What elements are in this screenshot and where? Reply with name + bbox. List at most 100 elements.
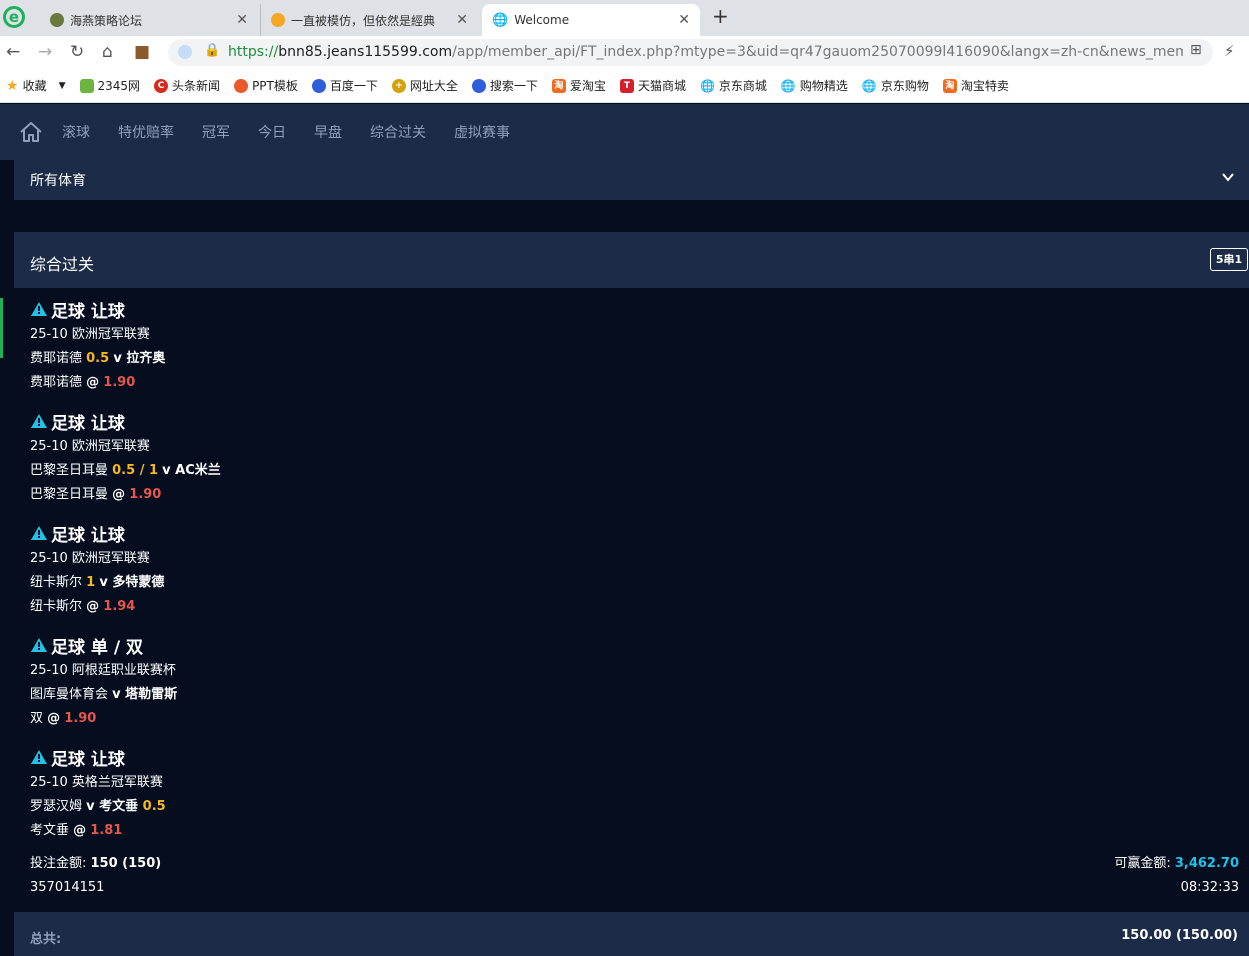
close-tab-icon[interactable]: ✕ <box>236 12 248 28</box>
selection-name: 考文垂 <box>30 823 74 838</box>
bookmark-label: 2345网 <box>97 79 141 93</box>
globe-icon: 🌐 <box>780 78 796 93</box>
url-scheme: https:// <box>228 44 279 60</box>
bet-league: 25-10 欧洲冠军联赛 <box>30 327 150 342</box>
bookmark-item[interactable]: 百度一下 <box>311 77 378 94</box>
bookmark-label: 天猫商城 <box>637 79 686 93</box>
handicap-line: 1 <box>86 575 96 590</box>
nav-parlay[interactable]: 综合过关 <box>370 122 426 142</box>
selection-name: 费耶诺德 <box>30 375 87 390</box>
bet-item: 足球 让球 25-10 英格兰冠军联赛 罗瑟汉姆 v 考文垂 0.5 考文垂 @… <box>30 743 1230 855</box>
bet-matchup: 图库曼体育会 v 塔勒雷斯 <box>30 683 1230 707</box>
browser-tab-active[interactable]: 🌐 Welcome ✕ <box>482 4 700 36</box>
directory-icon: + <box>391 78 406 93</box>
bet-item: 足球 让球 25-10 欧洲冠军联赛 巴黎圣日耳曼 0.5 / 1 v AC米兰… <box>30 407 1230 519</box>
bet-market-title: 足球 单 / 双 <box>51 637 143 658</box>
bookmark-item[interactable]: 淘 爱淘宝 <box>551 77 606 94</box>
nav-early[interactable]: 早盘 <box>314 122 342 142</box>
bookmark-label: 头条新闻 <box>172 79 221 93</box>
home-team: 巴黎圣日耳曼 <box>30 463 113 478</box>
bookmark-item[interactable]: PPT模板 <box>234 77 298 94</box>
briefcase-icon[interactable]: ■ <box>134 42 150 62</box>
home-team: 罗瑟汉姆 <box>30 799 87 814</box>
home-icon <box>20 122 42 142</box>
bookmark-item[interactable]: C 头条新闻 <box>154 77 220 94</box>
new-tab-icon[interactable]: + <box>712 4 729 28</box>
bet-matchup: 罗瑟汉姆 v 考文垂 0.5 <box>30 795 1230 819</box>
nav-inplay[interactable]: 滚球 <box>62 122 90 142</box>
taobao-icon: 淘 <box>942 78 957 93</box>
sports-filter-label: 所有体育 <box>30 173 86 189</box>
bet-market-title: 足球 让球 <box>51 301 125 322</box>
bookmark-item[interactable]: T 天猫商城 <box>619 77 686 94</box>
odds-value: 1.90 <box>103 375 136 390</box>
url-input[interactable]: 🔒 https://bnn85.jeans115599.com/app/memb… <box>168 39 1213 66</box>
bookmark-item[interactable]: 🌐 京东购物 <box>862 77 929 94</box>
star-icon: ★ <box>6 77 19 94</box>
bookmark-label: 爱淘宝 <box>569 79 606 93</box>
bet-league: 25-10 欧洲冠军联赛 <box>30 439 150 454</box>
bet-market-title: 足球 让球 <box>51 413 125 434</box>
browser-tab-2[interactable]: 一直被模仿，但依然是經典 ✕ <box>260 4 478 36</box>
bookmark-item[interactable]: 🌐 京东商城 <box>700 77 767 94</box>
lock-icon[interactable]: 🔒 <box>204 43 220 58</box>
bet-league: 25-10 阿根廷职业联赛杯 <box>30 663 176 678</box>
win-label: 可赢金额: <box>1114 856 1175 871</box>
2345-icon <box>79 78 94 93</box>
bet-matchup: 费耶诺德 0.5 v 拉齐奥 <box>30 347 1230 371</box>
parlay-type-badge[interactable]: 5串1 <box>1210 248 1248 271</box>
bookmark-label: 百度一下 <box>329 79 378 93</box>
bookmark-item[interactable]: 搜索一下 <box>471 77 538 94</box>
away-team: v 拉齐奥 <box>113 351 166 366</box>
odds-value: 1.94 <box>103 599 136 614</box>
translate-icon[interactable]: ⊞ <box>1190 42 1202 58</box>
browser-tab-1[interactable]: 海燕策略论坛 ✕ <box>40 4 258 36</box>
nav-virtual[interactable]: 虚拟赛事 <box>454 122 510 142</box>
browser-tab-strip: e 海燕策略论坛 ✕ 一直被模仿，但依然是經典 ✕ 🌐 Welcome ✕ + <box>0 0 1249 36</box>
bet-matchup: 纽卡斯尔 1 v 多特蒙德 <box>30 571 1230 595</box>
odds-value: 1.90 <box>64 711 97 726</box>
nav-today[interactable]: 今日 <box>258 122 286 142</box>
toutiao-icon: C <box>154 78 169 93</box>
tab-title: 一直被模仿，但依然是經典 <box>291 13 436 28</box>
globe-icon: 🌐 <box>699 78 715 93</box>
back-icon[interactable]: ← <box>6 42 20 62</box>
bet-time: 08:32:33 <box>1180 880 1239 895</box>
url-path: /app/member_api/FT_index.php?mtype=3&uid… <box>452 44 1183 60</box>
parlay-header: 综合过关 5串1 <box>14 232 1249 288</box>
warning-icon <box>31 750 47 764</box>
forward-icon[interactable]: → <box>38 42 52 62</box>
forum-favicon-icon <box>50 13 64 27</box>
handicap-line: 0.5 / 1 <box>112 463 159 478</box>
tab-title: Welcome <box>514 13 570 27</box>
home-icon[interactable]: ⌂ <box>102 42 113 62</box>
url-host: bnn85.jeans115599.com <box>278 44 453 60</box>
close-tab-icon[interactable]: ✕ <box>456 12 468 28</box>
browser-logo-icon[interactable]: e <box>3 6 25 28</box>
top-nav: 滚球 特优赔率 冠军 今日 早盘 综合过关 虚拟赛事 <box>0 104 1249 160</box>
nav-outright[interactable]: 冠军 <box>202 122 230 142</box>
bookmark-item[interactable]: 2345网 <box>79 77 141 94</box>
total-value: 150.00 (150.00) <box>1121 928 1238 943</box>
bookmark-item[interactable]: 淘 淘宝特卖 <box>942 77 1009 94</box>
bookmark-item[interactable]: + 网址大全 <box>391 77 458 94</box>
chevron-down-icon[interactable] <box>1221 170 1235 184</box>
nav-special-odds[interactable]: 特优赔率 <box>118 122 174 142</box>
taobao-icon: 淘 <box>551 78 566 93</box>
site-info-icon[interactable] <box>178 45 192 59</box>
bookmark-item[interactable]: 🌐 购物精选 <box>781 77 848 94</box>
bet-item: 足球 让球 25-10 欧洲冠军联赛 纽卡斯尔 1 v 多特蒙德 纽卡斯尔 @ … <box>30 519 1230 631</box>
stake-label: 投注金额: <box>30 856 91 871</box>
bookmark-label: 京东商城 <box>718 79 767 93</box>
scroll-indicator <box>0 298 3 358</box>
close-tab-icon[interactable]: ✕ <box>678 12 690 28</box>
bookmark-label: 搜索一下 <box>489 79 538 93</box>
away-team: v 考文垂 <box>86 799 143 814</box>
url-text: https://bnn85.jeans115599.com/app/member… <box>228 44 1183 60</box>
reload-icon[interactable]: ↻ <box>70 42 84 62</box>
home-button[interactable] <box>0 104 62 160</box>
lightning-icon[interactable]: ⚡ <box>1224 42 1235 60</box>
bookmark-item[interactable]: ★ 收藏 ▼ <box>6 77 66 94</box>
sports-filter-dropdown[interactable]: 所有体育 <box>14 160 1249 200</box>
dropdown-icon[interactable]: ▼ <box>59 81 66 91</box>
